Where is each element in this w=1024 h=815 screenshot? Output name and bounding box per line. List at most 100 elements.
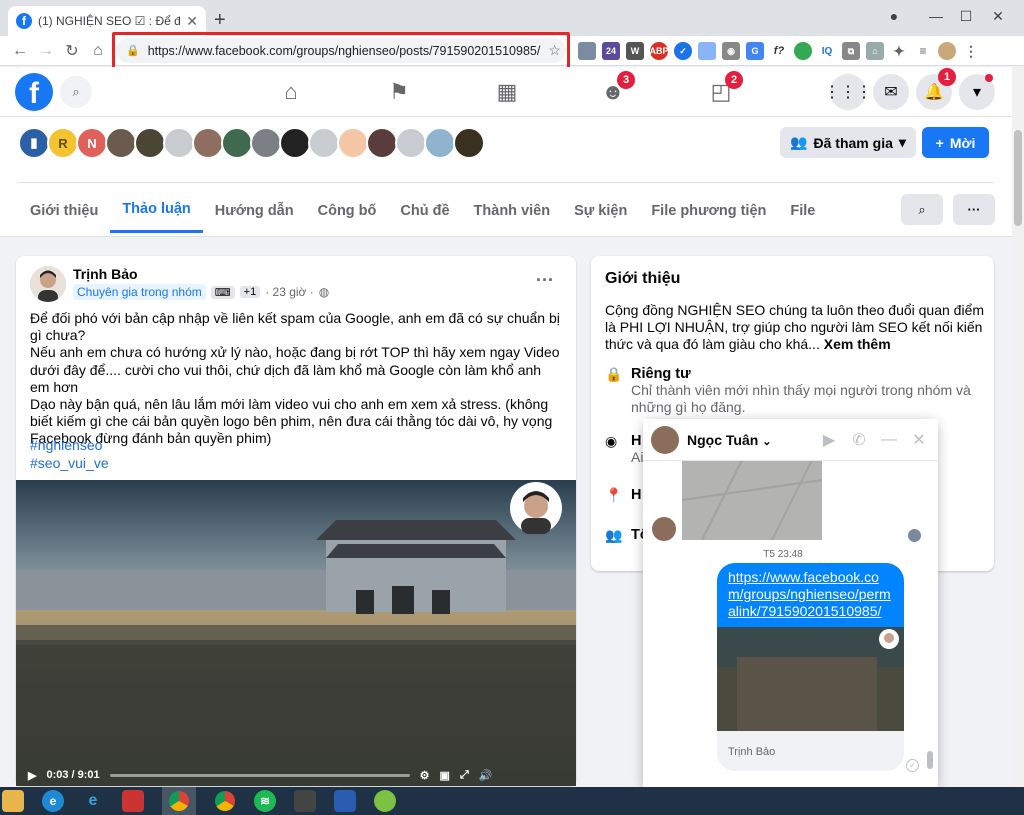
fullscreen-icon[interactable]: ⤢: [460, 769, 469, 782]
copy-icon[interactable]: ⧉: [842, 42, 860, 60]
chat-avatar[interactable]: [651, 425, 679, 454]
member-avatars[interactable]: ▮ R N: [18, 127, 485, 159]
plus-badge[interactable]: +1: [239, 286, 261, 298]
tab-about[interactable]: Giới thiệu: [18, 188, 110, 233]
tab-announcements[interactable]: Công bố: [306, 188, 389, 233]
edge-icon[interactable]: e: [42, 790, 64, 812]
member-avatar[interactable]: [134, 127, 166, 159]
member-avatar[interactable]: [163, 127, 195, 159]
close-window-button[interactable]: ✕: [984, 4, 1012, 28]
remote-desktop-icon[interactable]: [334, 790, 356, 812]
link-preview-image[interactable]: [717, 627, 904, 731]
messenger-icon[interactable]: ✉: [873, 74, 909, 110]
pip-icon[interactable]: ▣: [440, 769, 450, 782]
chat-contact-name[interactable]: Ngọc Tuân ⌄: [687, 432, 810, 448]
close-chat-icon[interactable]: ✕: [908, 430, 930, 450]
new-tab-button[interactable]: +: [214, 10, 226, 30]
post-time[interactable]: · 23 giờ ·: [265, 285, 314, 299]
chat-shared-image[interactable]: [681, 459, 823, 541]
tab-media[interactable]: File phương tiện: [639, 188, 778, 233]
member-avatar[interactable]: [395, 127, 427, 159]
formula-extension-icon[interactable]: f?: [770, 42, 788, 60]
tab-guides[interactable]: Hướng dẫn: [203, 188, 306, 233]
phone-icon[interactable]: ✆: [848, 430, 870, 450]
video-progress-bar[interactable]: [109, 773, 410, 777]
wordpress-icon[interactable]: W: [626, 42, 644, 60]
see-more-link[interactable]: Xem thêm: [824, 336, 891, 352]
translate-icon[interactable]: G: [746, 42, 764, 60]
group-search-icon[interactable]: ⌕: [901, 194, 943, 225]
internet-explorer-icon[interactable]: e: [82, 790, 104, 812]
author-avatar[interactable]: [30, 266, 66, 302]
volume-icon[interactable]: 🔊: [479, 769, 493, 782]
minimize-chat-icon[interactable]: —: [878, 431, 900, 449]
settings-gear-icon[interactable]: ⚙: [420, 769, 430, 782]
check-extension-icon[interactable]: ✓: [674, 42, 692, 60]
extension-icon[interactable]: [578, 42, 596, 60]
close-tab-icon[interactable]: ✕: [186, 13, 198, 30]
tab-discussion[interactable]: Thảo luận: [110, 188, 203, 233]
link-preview-caption[interactable]: Trịnh Bảo: [717, 731, 904, 771]
tab-events[interactable]: Sự kiện: [562, 188, 639, 233]
home-icon[interactable]: ⌂: [86, 39, 110, 63]
reload-icon[interactable]: ↻: [60, 39, 84, 63]
member-avatar[interactable]: ▮: [18, 127, 50, 159]
app-icon[interactable]: [294, 790, 316, 812]
chrome-active-icon[interactable]: [162, 787, 196, 815]
post-more-icon[interactable]: ···: [536, 270, 554, 291]
wordpress-extension-icon[interactable]: 24: [602, 42, 620, 60]
member-avatar[interactable]: [308, 127, 340, 159]
puzzle-icon[interactable]: ✦: [890, 42, 908, 60]
minimize-button[interactable]: —: [922, 4, 950, 28]
app-icon[interactable]: [122, 790, 144, 812]
chat-link[interactable]: https://www.facebook.com/groups/nghiense…: [728, 569, 891, 619]
back-icon[interactable]: ←: [8, 39, 32, 63]
adblock-icon[interactable]: ABP: [650, 42, 669, 60]
forward-icon[interactable]: →: [34, 39, 58, 63]
video-player[interactable]: [16, 480, 576, 786]
tab-members[interactable]: Thành viên: [462, 188, 563, 233]
search-icon[interactable]: ⌕: [60, 76, 92, 108]
invite-button[interactable]: + Mời: [922, 127, 989, 158]
maximize-button[interactable]: ☐: [952, 4, 980, 28]
pages-flag-icon[interactable]: ⚑: [384, 77, 414, 107]
app-icon[interactable]: [374, 790, 396, 812]
file-explorer-icon[interactable]: [2, 790, 24, 812]
tab-files[interactable]: File: [778, 188, 827, 233]
media-icon[interactable]: ≡: [914, 42, 932, 60]
member-avatar[interactable]: [192, 127, 224, 159]
tag-icon[interactable]: ⌂: [866, 42, 884, 60]
iq-extension-icon[interactable]: IQ: [818, 42, 836, 60]
facebook-logo-icon[interactable]: f: [15, 73, 53, 111]
member-avatar[interactable]: [453, 127, 485, 159]
member-avatar[interactable]: [250, 127, 282, 159]
home-nav-icon[interactable]: ⌂: [276, 77, 306, 107]
member-avatar[interactable]: N: [76, 127, 108, 159]
post-author-name[interactable]: Trịnh Bảo: [73, 266, 138, 282]
scrollbar-thumb[interactable]: [1014, 130, 1022, 226]
profile-menu-icon[interactable]: ●: [880, 4, 908, 28]
marketplace-icon[interactable]: ▦: [492, 77, 522, 107]
chat-scrollbar[interactable]: [927, 751, 933, 769]
chrome-icon[interactable]: [214, 790, 236, 812]
menu-grid-icon[interactable]: ⋮⋮⋮: [824, 74, 872, 110]
joined-button[interactable]: 👥 Đã tham gia ▾: [780, 127, 916, 158]
extension-icon[interactable]: [794, 42, 812, 60]
extension-icon[interactable]: [698, 42, 716, 60]
hashtag-link[interactable]: #seo_vui_ve: [30, 454, 109, 472]
more-options-icon[interactable]: ···: [953, 194, 995, 225]
member-avatar[interactable]: [366, 127, 398, 159]
play-icon[interactable]: ▶: [28, 769, 36, 782]
spotify-icon[interactable]: ≋: [254, 790, 276, 812]
member-avatar[interactable]: [279, 127, 311, 159]
member-avatar[interactable]: [105, 127, 137, 159]
camera-icon[interactable]: ◉: [722, 42, 740, 60]
profile-avatar[interactable]: [938, 42, 956, 60]
member-avatar[interactable]: R: [47, 127, 79, 159]
chrome-menu-icon[interactable]: ⋮: [962, 42, 980, 60]
video-call-icon[interactable]: ▶: [818, 430, 840, 450]
member-avatar[interactable]: [337, 127, 369, 159]
chat-contact-avatar[interactable]: [652, 517, 676, 541]
expert-badge[interactable]: Chuyên gia trong nhóm: [73, 284, 206, 300]
hashtag-link[interactable]: #nghienseo: [30, 436, 109, 454]
